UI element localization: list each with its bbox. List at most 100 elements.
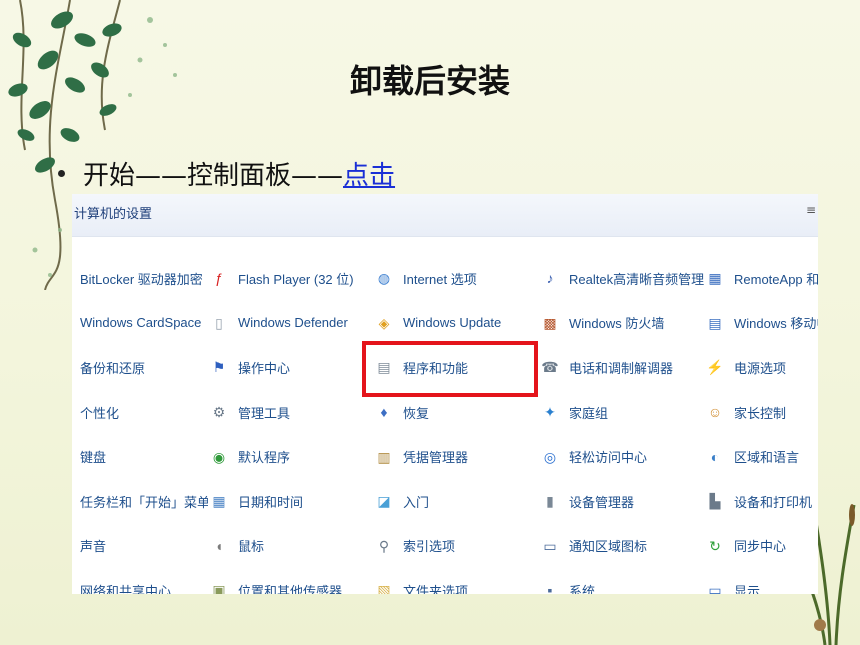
getting-started-icon: ◪	[377, 493, 391, 510]
control-panel-item-label: 通知区域图标	[569, 539, 648, 555]
control-panel-item[interactable]: ↻ 同步中心	[704, 524, 818, 569]
internet-icon: ◍	[377, 270, 391, 287]
control-panel-item[interactable]: ▙ 设备和打印机	[704, 479, 818, 524]
control-panel-item-label: 程序和功能	[403, 360, 469, 376]
control-panel-item[interactable]: ◪ 入门	[373, 479, 539, 524]
control-panel-item-label: 电话和调制解调器	[569, 360, 674, 376]
control-panel-item[interactable]: ▯ Windows Defender	[208, 301, 373, 346]
control-panel-item[interactable]: ☺ 家长控制	[704, 390, 818, 435]
control-panel-item[interactable]: ▭ 显示	[704, 568, 818, 594]
control-panel-item[interactable]: BitLocker 驱动器加密	[72, 256, 208, 301]
control-panel-item-label: 索引选项	[403, 539, 456, 555]
document-icon: ▯	[215, 314, 223, 331]
parental-icon: ☺	[707, 404, 723, 421]
control-panel-item[interactable]: ◉ 默认程序	[208, 434, 373, 479]
accessibility-icon: ◎	[543, 448, 557, 465]
control-panel-item-label: 位置和其他传感器	[238, 583, 343, 594]
bullet-text: 开始——控制面板——	[83, 161, 344, 191]
control-panel-item-label: 声音	[80, 539, 107, 555]
control-panel-item[interactable]: ▤ Windows 移动中	[704, 301, 818, 346]
control-panel-item[interactable]: 任务栏和「开始」菜单	[72, 479, 208, 524]
folder-options-icon: ▧	[377, 582, 391, 594]
control-panel-item[interactable]: ♪ Realtek高清晰音频管理器	[539, 256, 705, 301]
control-panel-item-label: 区域和语言	[734, 450, 800, 466]
calendar-icon: ▦	[212, 493, 226, 510]
control-panel-item-label: RemoteApp 和桌	[734, 271, 818, 287]
control-panel-item[interactable]: 声音	[72, 524, 208, 569]
control-panel-item[interactable]: ▦ 日期和时间	[208, 479, 373, 524]
control-panel-item[interactable]: 网络和共享中心	[72, 568, 208, 594]
control-panel-item-label: 文件夹选项	[403, 583, 469, 594]
control-panel-item[interactable]: ⚡ 电源选项	[704, 345, 818, 390]
control-panel-item[interactable]: ▥ 凭据管理器	[373, 434, 539, 479]
control-panel-item[interactable]: 备份和还原	[72, 345, 208, 390]
bullet-line: 开始——控制面板—— 点击	[58, 155, 395, 192]
control-panel-item[interactable]: ☎ 电话和调制解调器	[539, 345, 704, 390]
flash-icon: ƒ	[215, 270, 223, 287]
control-panel-item[interactable]: 个性化	[72, 390, 208, 435]
mobility-icon: ▤	[708, 314, 722, 331]
control-panel-item-label: 操作中心	[238, 360, 291, 376]
control-panel-item-label: 键盘	[80, 450, 107, 466]
control-panel-item-label: 家长控制	[734, 405, 787, 421]
panel-title: 计算机的设置	[74, 206, 153, 221]
control-panel-item-label: 同步中心	[734, 539, 787, 555]
control-panel-item[interactable]: ▮ 设备管理器	[539, 479, 704, 524]
control-panel-item[interactable]: ◖ 鼠标	[208, 524, 373, 569]
control-panel-item[interactable]: ▭ 通知区域图标	[539, 524, 704, 569]
control-panel-item[interactable]: ▩ Windows 防火墙	[539, 301, 704, 346]
control-panel-item[interactable]: ▧ 文件夹选项	[373, 568, 539, 594]
region-icon: ◐	[710, 448, 720, 465]
control-panel-item[interactable]: ▪ 系统	[539, 568, 704, 594]
view-menu-icon[interactable]: ≡	[806, 203, 816, 217]
control-panel-item-label: 电源选项	[734, 360, 787, 376]
control-panel-item-label: 轻松访问中心	[569, 450, 648, 466]
homegroup-icon: ✦	[544, 404, 556, 421]
control-panel-item-label: Realtek高清晰音频管理器	[569, 271, 704, 287]
phone-icon: ☎	[541, 359, 559, 376]
control-panel-item[interactable]: ▦ RemoteApp 和桌	[704, 256, 818, 301]
control-panel-item[interactable]: ⚙ 管理工具	[208, 390, 373, 435]
control-panel-item[interactable]: ▤ 程序和功能	[373, 345, 539, 390]
control-panel-item-label: 鼠标	[238, 539, 265, 555]
control-panel-item-label: Windows Update	[403, 315, 502, 331]
control-panel-item[interactable]: ◎ 轻松访问中心	[539, 434, 704, 479]
slide-title: 卸载后安装	[349, 62, 510, 100]
system-icon: ▪	[547, 582, 553, 594]
power-icon: ⚡	[706, 359, 724, 376]
tools-icon: ⚙	[212, 404, 226, 421]
control-panel-item-label: 入门	[403, 494, 430, 510]
control-panel-item[interactable]: 键盘	[72, 434, 208, 479]
control-panel-window: 计算机的设置 ≡ BitLocker 驱动器加密 ƒ Flash Player (3…	[72, 194, 818, 594]
control-panel-item-label: 日期和时间	[238, 494, 304, 510]
control-panel-item[interactable]: ✦ 家庭组	[539, 390, 704, 435]
control-panel-item-label: 设备管理器	[569, 494, 635, 510]
click-link[interactable]: 点击	[343, 155, 395, 192]
control-panel-item[interactable]: ⚑ 操作中心	[208, 345, 373, 390]
audio-icon: ♪	[546, 270, 554, 287]
globe-icon: ◉	[212, 448, 226, 465]
control-panel-item-label: 恢复	[403, 405, 430, 421]
flag-icon: ⚑	[212, 359, 226, 376]
display-icon: ▭	[708, 582, 722, 594]
printer-icon: ▙	[709, 493, 721, 510]
control-panel-item-label: 管理工具	[238, 405, 291, 421]
control-panel-item[interactable]: ♦ 恢复	[373, 390, 539, 435]
control-panel-item[interactable]: Windows CardSpace	[72, 301, 208, 346]
control-panel-item[interactable]: ◐ 区域和语言	[704, 434, 818, 479]
recovery-icon: ♦	[380, 404, 388, 421]
control-panel-item[interactable]: ◈ Windows Update	[373, 301, 539, 346]
control-panel-item-label: 设备和打印机	[734, 494, 813, 510]
control-panel-item-label: Windows 移动中	[734, 316, 818, 332]
control-panel-item-label: 任务栏和「开始」菜单	[80, 494, 208, 510]
update-icon: ◈	[378, 314, 390, 331]
control-panel-item-label: 凭据管理器	[403, 450, 469, 466]
programs-icon: ▤	[377, 359, 391, 376]
control-panel-item[interactable]: ⚲ 索引选项	[373, 524, 539, 569]
control-panel-item[interactable]: ▣ 位置和其他传感器	[208, 568, 373, 594]
sync-icon: ↻	[709, 537, 721, 554]
credential-icon: ▥	[377, 448, 391, 465]
control-panel-item[interactable]: ◍ Internet 选项	[373, 256, 539, 301]
control-panel-item[interactable]: ƒ Flash Player (32 位)	[208, 256, 373, 301]
mouse-icon: ◖	[214, 537, 224, 554]
